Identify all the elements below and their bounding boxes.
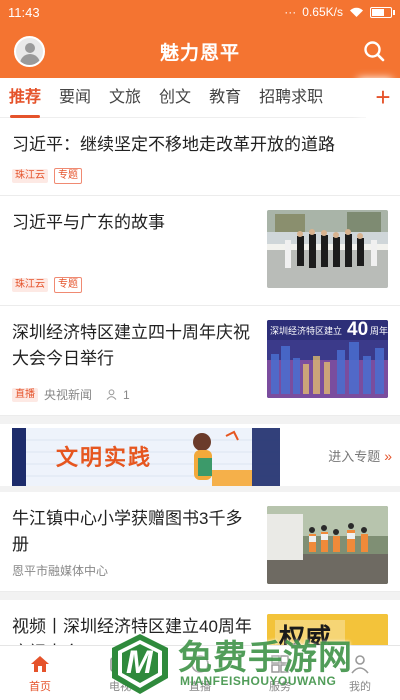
news-meta: 珠江云 专题 — [12, 168, 388, 184]
news-thumbnail — [267, 210, 388, 288]
status-time: 11:43 — [8, 4, 40, 20]
home-icon — [31, 655, 49, 672]
enter-topic-label: 进入专题 — [328, 449, 381, 464]
tab-jobs[interactable]: 招聘求职 — [250, 78, 332, 118]
status-bar: 11:43 ··· 0.65K/s — [0, 0, 400, 24]
news-item[interactable]: 习近平与广东的故事 珠江云 专题 — [0, 196, 400, 306]
news-title: 视频丨深圳经济特区建立40周年庆祝大会 — [12, 617, 252, 645]
news-item[interactable]: 深圳经济特区建立四十周年庆祝大会今日举行 深圳经济特区建立 40 周年 直播 央… — [0, 306, 400, 416]
thumbnail-caption: 深圳经济特区建立 — [270, 326, 343, 336]
avatar-body-icon — [20, 54, 40, 65]
double-chevron-icon: » — [384, 447, 392, 464]
live-icon — [191, 654, 209, 673]
news-thumbnail: 深圳经济特区建立 40 周年庆祝 — [267, 320, 388, 398]
news-meta: 直播 央视新闻 1 — [12, 386, 130, 403]
nav-live[interactable]: 直播 — [160, 646, 240, 700]
network-speed: 0.65K/s — [302, 5, 343, 19]
nav-mine-label: 我的 — [349, 680, 371, 693]
tab-news[interactable]: 要闻 — [50, 78, 100, 118]
news-meta: 珠江云 专题 — [12, 277, 82, 293]
thumbnail-number: 40 — [347, 320, 369, 340]
nav-live-label: 直播 — [189, 680, 211, 693]
news-title: 习近平：继续坚定不移地走改革开放的道路 — [12, 135, 335, 154]
news-meta: 恩平市融媒体中心 — [12, 562, 108, 579]
more-dots-icon: ··· — [284, 5, 297, 19]
topic-banner[interactable]: 文明实践 进入专题 » — [0, 424, 400, 492]
tv-icon — [110, 656, 130, 672]
news-title: 牛江镇中心小学获赠图书3千多册 — [12, 509, 243, 554]
app-header: 魅力恩平 — [0, 24, 400, 78]
news-item[interactable]: 视频丨深圳经济特区建立40周年庆祝大会 权威 — [0, 600, 400, 645]
channel-tabs: 推荐 要闻 文旅 创文 教育 招聘求职 + — [0, 78, 400, 118]
news-title: 深圳经济特区建立四十周年庆祝大会今日举行 — [12, 323, 250, 368]
thumbnail-caption-2: 周年庆祝 — [370, 326, 388, 336]
page-title: 魅力恩平 — [159, 42, 240, 64]
battery-icon — [370, 6, 395, 18]
source-badge: 珠江云 — [12, 278, 48, 292]
news-title: 习近平与广东的故事 — [12, 213, 165, 232]
nav-home-label: 首页 — [29, 680, 51, 693]
news-thumbnail — [267, 506, 388, 584]
user-icon — [351, 654, 369, 674]
service-icon — [271, 654, 289, 673]
banner-title: 文明实践 — [56, 445, 153, 470]
tab-education[interactable]: 教育 — [200, 78, 250, 118]
avatar-head-icon — [25, 43, 35, 53]
news-thumbnail: 权威 — [267, 614, 388, 645]
news-feed: 习近平：继续坚定不移地走改革开放的道路 珠江云 专题 习近平与广东的故事 珠江云… — [0, 118, 400, 645]
news-item[interactable]: 习近平：继续坚定不移地走改革开放的道路 珠江云 专题 — [0, 118, 400, 196]
thumbnail-caption: 权威 — [279, 623, 332, 645]
enter-topic-link[interactable]: 进入专题 » — [328, 446, 392, 465]
news-item[interactable]: 牛江镇中心小学获赠图书3千多册 恩平市融媒体中心 — [0, 492, 400, 592]
live-badge: 直播 — [12, 387, 38, 402]
news-source: 恩平市融媒体中心 — [12, 564, 109, 578]
nav-mine[interactable]: 我的 — [320, 646, 400, 700]
tab-civilization[interactable]: 创文 — [150, 78, 200, 118]
status-right: ··· 0.65K/s — [284, 5, 395, 19]
nav-service-label: 服务 — [269, 680, 291, 693]
nav-tv-label: 电视 — [109, 680, 131, 693]
bottom-nav: 首页 电视 直播 服务 我的 — [0, 645, 400, 700]
wifi-icon — [350, 7, 363, 17]
source-badge: 珠江云 — [12, 169, 48, 183]
nav-service[interactable]: 服务 — [240, 646, 320, 700]
tab-culture-tourism[interactable]: 文旅 — [100, 78, 150, 118]
add-channel-button[interactable]: + — [366, 78, 400, 118]
banner-art: 文明实践 — [12, 428, 280, 486]
nav-home[interactable]: 首页 — [0, 646, 80, 700]
view-count: 1 — [123, 387, 130, 402]
tab-recommend[interactable]: 推荐 — [0, 78, 50, 118]
news-source: 央视新闻 — [44, 388, 93, 402]
topic-badge: 专题 — [54, 277, 82, 293]
avatar[interactable] — [14, 36, 45, 67]
search-icon[interactable] — [362, 39, 386, 63]
person-icon — [106, 389, 117, 400]
topic-badge: 专题 — [54, 168, 82, 184]
nav-tv[interactable]: 电视 — [80, 646, 160, 700]
